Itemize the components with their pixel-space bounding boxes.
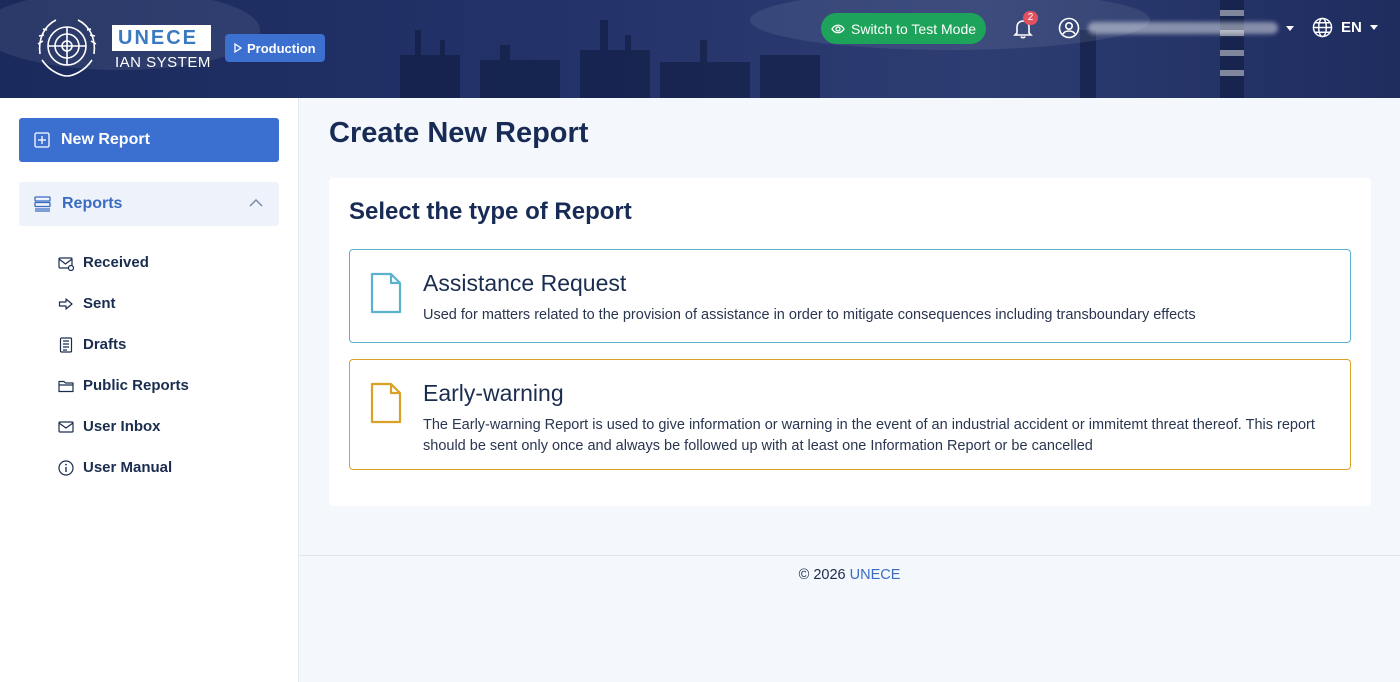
- sidebar-group-reports[interactable]: Reports: [19, 182, 279, 226]
- sidebar-item-label: User Inbox: [83, 418, 161, 435]
- reports-nav: Received Sent Drafts Public Reports User…: [58, 242, 189, 488]
- new-report-label: New Report: [61, 131, 150, 148]
- language-selector[interactable]: EN: [1312, 17, 1378, 38]
- globe-icon: [1312, 17, 1333, 38]
- chevron-down-icon: [1369, 25, 1378, 30]
- envelope-icon: [58, 420, 74, 433]
- user-menu[interactable]: [1058, 17, 1294, 39]
- report-type-assistance-request[interactable]: Assistance Request Used for matters rela…: [349, 249, 1351, 343]
- sidebar-item-user-manual[interactable]: User Manual: [58, 447, 189, 488]
- footer: © 2026 UNECE: [299, 567, 1400, 583]
- user-avatar-icon: [1058, 17, 1080, 39]
- user-email-blurred: [1088, 22, 1278, 34]
- footer-unece-link[interactable]: UNECE: [850, 567, 901, 583]
- environment-label: Production: [247, 40, 316, 56]
- plus-square-icon: [34, 132, 50, 148]
- sidebar-item-label: Sent: [83, 295, 116, 312]
- language-label: EN: [1341, 19, 1362, 36]
- logo-subtitle: IAN SYSTEM: [115, 54, 211, 71]
- reports-label: Reports: [62, 195, 123, 212]
- drafts-icon: [59, 336, 73, 353]
- play-icon: [234, 43, 242, 53]
- unece-logo[interactable]: UNECE IAN SYSTEM: [30, 14, 211, 82]
- list-icon: [34, 196, 51, 212]
- report-type-description: Used for matters related to the provisio…: [423, 307, 1196, 323]
- logo-unece-text: UNECE: [112, 25, 211, 51]
- new-report-button[interactable]: New Report: [19, 118, 279, 162]
- footer-copyright: © 2026: [798, 567, 846, 583]
- notification-count-badge: 2: [1023, 11, 1038, 25]
- folder-icon: [58, 380, 74, 392]
- un-emblem-icon: [37, 19, 97, 77]
- document-icon: [370, 382, 402, 424]
- page-title: Create New Report: [329, 117, 589, 149]
- card-title: Select the type of Report: [349, 198, 632, 225]
- footer-divider: [299, 555, 1400, 556]
- top-header: UNECE IAN SYSTEM Production Switch to Te…: [0, 0, 1400, 98]
- switch-test-mode-label: Switch to Test Mode: [851, 20, 977, 37]
- sidebar-item-sent[interactable]: Sent: [58, 283, 189, 324]
- eye-icon: [831, 24, 845, 33]
- report-type-card: Select the type of Report Assistance Req…: [329, 178, 1371, 506]
- sidebar-item-drafts[interactable]: Drafts: [58, 324, 189, 365]
- environment-badge[interactable]: Production: [225, 34, 325, 62]
- sent-icon: [58, 297, 73, 310]
- sidebar: New Report Reports Received Sent Drafts …: [0, 98, 299, 682]
- report-type-name: Assistance Request: [423, 270, 627, 296]
- info-icon: [58, 459, 74, 476]
- report-type-early-warning[interactable]: Early-warning The Early-warning Report i…: [349, 359, 1351, 470]
- sidebar-item-public-reports[interactable]: Public Reports: [58, 365, 189, 406]
- document-icon: [370, 272, 402, 314]
- received-icon: [58, 256, 74, 271]
- sidebar-item-label: Received: [83, 254, 149, 271]
- report-type-name: Early-warning: [423, 380, 564, 406]
- sidebar-item-label: Public Reports: [83, 377, 189, 394]
- report-type-description: The Early-warning Report is used to give…: [423, 417, 1315, 454]
- switch-test-mode-button[interactable]: Switch to Test Mode: [821, 13, 987, 44]
- sidebar-item-received[interactable]: Received: [58, 242, 189, 283]
- chevron-up-icon: [249, 198, 263, 207]
- sidebar-item-label: User Manual: [83, 459, 173, 476]
- chevron-down-icon: [1286, 25, 1294, 31]
- sidebar-item-user-inbox[interactable]: User Inbox: [58, 406, 189, 447]
- sidebar-item-label: Drafts: [83, 336, 127, 353]
